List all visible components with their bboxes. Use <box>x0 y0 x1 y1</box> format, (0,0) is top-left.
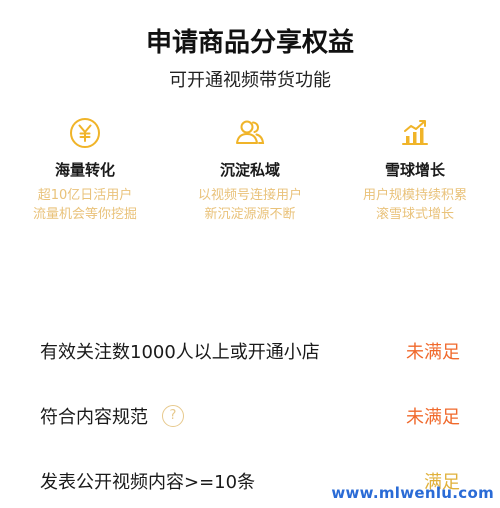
requirement-status: 未满足 <box>406 407 460 428</box>
help-icon[interactable]: ? <box>162 405 184 427</box>
benefit-desc-line: 新沉淀源源不断 <box>204 207 296 222</box>
benefit-desc: 超10亿日活用户 流量机会等你挖掘 <box>0 186 170 224</box>
benefit-title: 雪球增长 <box>384 161 445 179</box>
benefit-title: 沉淀私域 <box>219 161 280 179</box>
benefit-desc-line: 超10亿日活用户 <box>37 188 133 203</box>
benefit-private-domain: 沉淀私域 以视频号连接用户 新沉淀源源不断 <box>165 116 335 224</box>
requirement-label: 发表公开视频内容>=10条 <box>40 472 256 493</box>
benefit-desc: 用户规模持续积累 滚雪球式增长 <box>330 186 500 224</box>
benefits-section: 海量转化 超10亿日活用户 流量机会等你挖掘 沉淀私域 以视频号连接用户 新沉淀… <box>0 116 500 236</box>
growth-chart-icon <box>402 120 428 145</box>
benefit-desc: 以视频号连接用户 新沉淀源源不断 <box>165 186 335 224</box>
users-icon <box>236 120 265 144</box>
benefit-snowball-growth: 雪球增长 用户规模持续积累 滚雪球式增长 <box>330 116 500 224</box>
yen-coin-icon <box>70 118 100 148</box>
page-subtitle: 可开通视频带货功能 <box>169 70 331 91</box>
requirement-label: 符合内容规范 <box>40 407 148 428</box>
benefit-desc-line: 滚雪球式增长 <box>375 207 454 222</box>
benefit-desc-line: 流量机会等你挖掘 <box>32 207 137 222</box>
requirement-content-policy[interactable]: 符合内容规范 ? 未满足 <box>40 401 460 431</box>
requirement-followers[interactable]: 有效关注数1000人以上或开通小店 未满足 <box>40 336 460 366</box>
benefit-desc-line: 以视频号连接用户 <box>197 188 302 203</box>
benefit-conversion: 海量转化 超10亿日活用户 流量机会等你挖掘 <box>0 116 170 224</box>
benefit-title: 海量转化 <box>54 161 115 179</box>
benefit-desc-line: 用户规模持续积累 <box>362 188 467 203</box>
requirement-status: 未满足 <box>406 342 460 363</box>
requirement-label: 有效关注数1000人以上或开通小店 <box>40 342 320 363</box>
page-title: 申请商品分享权益 <box>145 28 354 58</box>
watermark: www.mlwenlu.com <box>331 484 494 502</box>
